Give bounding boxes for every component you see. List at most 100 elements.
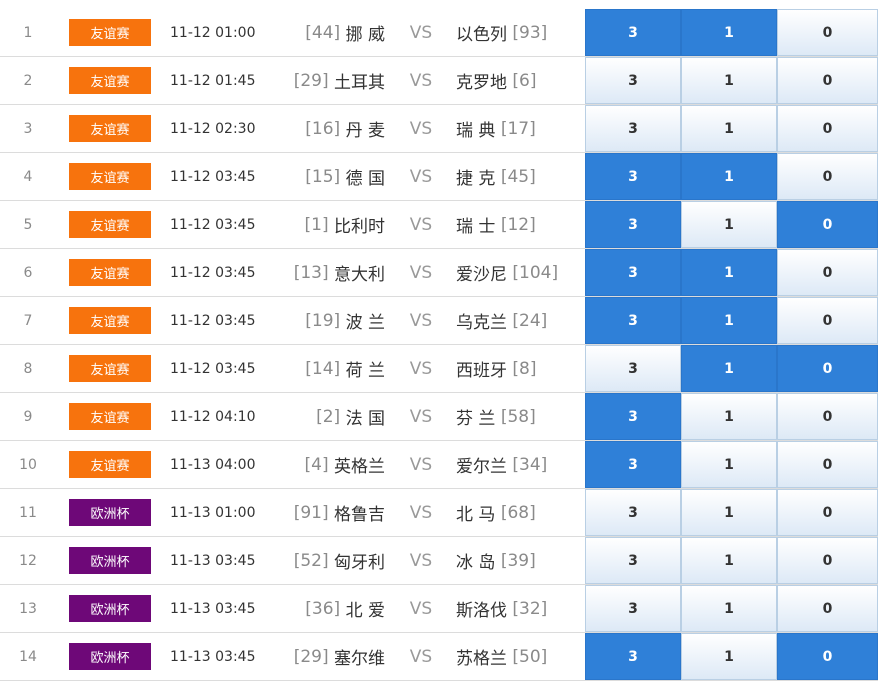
option-3-button[interactable]: 3 <box>585 633 681 680</box>
home-name: 德 国 <box>345 169 385 189</box>
vs-label: VS <box>409 166 433 187</box>
away-rank: [50] <box>512 646 548 667</box>
option-3-button[interactable]: 3 <box>585 105 681 152</box>
home-rank: [4] <box>304 454 329 475</box>
away-rank: [93] <box>512 22 548 43</box>
kickoff-time: 11-12 02:30 <box>170 120 256 137</box>
table-row: 11 欧洲杯 11-13 01:00 [91] 格鲁吉 VS 北 马 [68] 3 1 0 <box>0 489 878 537</box>
table-row: 10 友谊赛 11-13 04:00 [4] 英格兰 VS 爱尔兰 [34] 3 1 0 <box>0 441 878 489</box>
table-row: 5 友谊赛 11-12 03:45 [1] 比利时 VS 瑞 士 [12] 3 1 0 <box>0 201 878 249</box>
option-1-button[interactable]: 1 <box>681 633 777 680</box>
option-0-button[interactable]: 0 <box>777 393 878 440</box>
league-badge: 友谊赛 <box>69 163 151 190</box>
home-name: 土耳其 <box>334 73 385 93</box>
home-team: [15] 德 国 <box>280 153 385 200</box>
home-name: 挪 威 <box>345 25 385 45</box>
option-1-button[interactable]: 1 <box>681 57 777 104</box>
home-rank: [29] <box>293 70 329 91</box>
away-team: 冰 岛 [39] <box>456 537 581 584</box>
match-number: 14 <box>19 648 37 665</box>
home-team: [13] 意大利 <box>280 249 385 296</box>
away-rank: [24] <box>512 310 548 331</box>
kickoff-time: 11-13 03:45 <box>170 552 256 569</box>
away-team: 捷 克 [45] <box>456 153 581 200</box>
option-3-button[interactable]: 3 <box>585 249 681 296</box>
option-3-button[interactable]: 3 <box>585 393 681 440</box>
away-team: 瑞 士 [12] <box>456 201 581 248</box>
home-name: 英格兰 <box>334 457 385 477</box>
home-rank: [52] <box>293 550 329 571</box>
option-0-button[interactable]: 0 <box>777 585 878 632</box>
option-0-button[interactable]: 0 <box>777 537 878 584</box>
table-row: 8 友谊赛 11-12 03:45 [14] 荷 兰 VS 西班牙 [8] 3 1 0 <box>0 345 878 393</box>
vs-label: VS <box>409 310 433 331</box>
option-0-button[interactable]: 0 <box>777 345 878 392</box>
table-row: 6 友谊赛 11-12 03:45 [13] 意大利 VS 爱沙尼 [104] 3 1 0 <box>0 249 878 297</box>
option-1-button[interactable]: 1 <box>681 201 777 248</box>
option-3-button[interactable]: 3 <box>585 201 681 248</box>
option-0-button[interactable]: 0 <box>777 153 878 200</box>
match-number: 8 <box>23 360 33 377</box>
option-0-button[interactable]: 0 <box>777 249 878 296</box>
away-rank: [104] <box>512 262 559 283</box>
away-name: 乌克兰 <box>456 313 507 333</box>
table-row: 13 欧洲杯 11-13 03:45 [36] 北 爱 VS 斯洛伐 [32] 3 1 0 <box>0 585 878 633</box>
away-team: 乌克兰 [24] <box>456 297 581 344</box>
home-rank: [2] <box>316 406 341 427</box>
option-1-button[interactable]: 1 <box>681 489 777 536</box>
home-rank: [15] <box>305 166 341 187</box>
match-number: 5 <box>23 216 33 233</box>
option-3-button[interactable]: 3 <box>585 441 681 488</box>
option-3-button[interactable]: 3 <box>585 345 681 392</box>
league-badge: 欧洲杯 <box>69 595 151 622</box>
option-3-button[interactable]: 3 <box>585 585 681 632</box>
option-0-button[interactable]: 0 <box>777 489 878 536</box>
vs-label: VS <box>409 358 433 379</box>
option-1-button[interactable]: 1 <box>681 9 777 56</box>
option-0-button[interactable]: 0 <box>777 633 878 680</box>
option-0-button[interactable]: 0 <box>777 297 878 344</box>
option-1-button[interactable]: 1 <box>681 441 777 488</box>
home-team: [52] 匈牙利 <box>280 537 385 584</box>
option-1-button[interactable]: 1 <box>681 345 777 392</box>
league-badge: 友谊赛 <box>69 259 151 286</box>
home-team: [29] 土耳其 <box>280 57 385 104</box>
league-badge: 友谊赛 <box>69 211 151 238</box>
option-1-button[interactable]: 1 <box>681 105 777 152</box>
home-team: [14] 荷 兰 <box>280 345 385 392</box>
option-0-button[interactable]: 0 <box>777 441 878 488</box>
option-3-button[interactable]: 3 <box>585 9 681 56</box>
option-1-button[interactable]: 1 <box>681 393 777 440</box>
option-0-button[interactable]: 0 <box>777 57 878 104</box>
option-0-button[interactable]: 0 <box>777 9 878 56</box>
option-3-button[interactable]: 3 <box>585 537 681 584</box>
option-3-button[interactable]: 3 <box>585 153 681 200</box>
away-team: 西班牙 [8] <box>456 345 581 392</box>
home-team: [2] 法 国 <box>280 393 385 440</box>
vs-label: VS <box>409 646 433 667</box>
match-number: 7 <box>23 312 33 329</box>
kickoff-time: 11-13 03:45 <box>170 600 256 617</box>
home-team: [36] 北 爱 <box>280 585 385 632</box>
option-1-button[interactable]: 1 <box>681 297 777 344</box>
table-row: 7 友谊赛 11-12 03:45 [19] 波 兰 VS 乌克兰 [24] 3 1 0 <box>0 297 878 345</box>
option-1-button[interactable]: 1 <box>681 537 777 584</box>
option-1-button[interactable]: 1 <box>681 153 777 200</box>
home-name: 格鲁吉 <box>334 505 385 525</box>
option-3-button[interactable]: 3 <box>585 297 681 344</box>
home-name: 比利时 <box>334 217 385 237</box>
option-1-button[interactable]: 1 <box>681 249 777 296</box>
option-0-button[interactable]: 0 <box>777 201 878 248</box>
option-0-button[interactable]: 0 <box>777 105 878 152</box>
kickoff-time: 11-12 03:45 <box>170 168 256 185</box>
option-3-button[interactable]: 3 <box>585 489 681 536</box>
option-3-button[interactable]: 3 <box>585 57 681 104</box>
away-team: 芬 兰 [58] <box>456 393 581 440</box>
home-rank: [13] <box>293 262 329 283</box>
away-rank: [34] <box>512 454 548 475</box>
table-row: 3 友谊赛 11-12 02:30 [16] 丹 麦 VS 瑞 典 [17] 3 1 0 <box>0 105 878 153</box>
away-name: 苏格兰 <box>456 649 507 669</box>
option-1-button[interactable]: 1 <box>681 585 777 632</box>
vs-label: VS <box>409 406 433 427</box>
away-rank: [39] <box>500 550 536 571</box>
